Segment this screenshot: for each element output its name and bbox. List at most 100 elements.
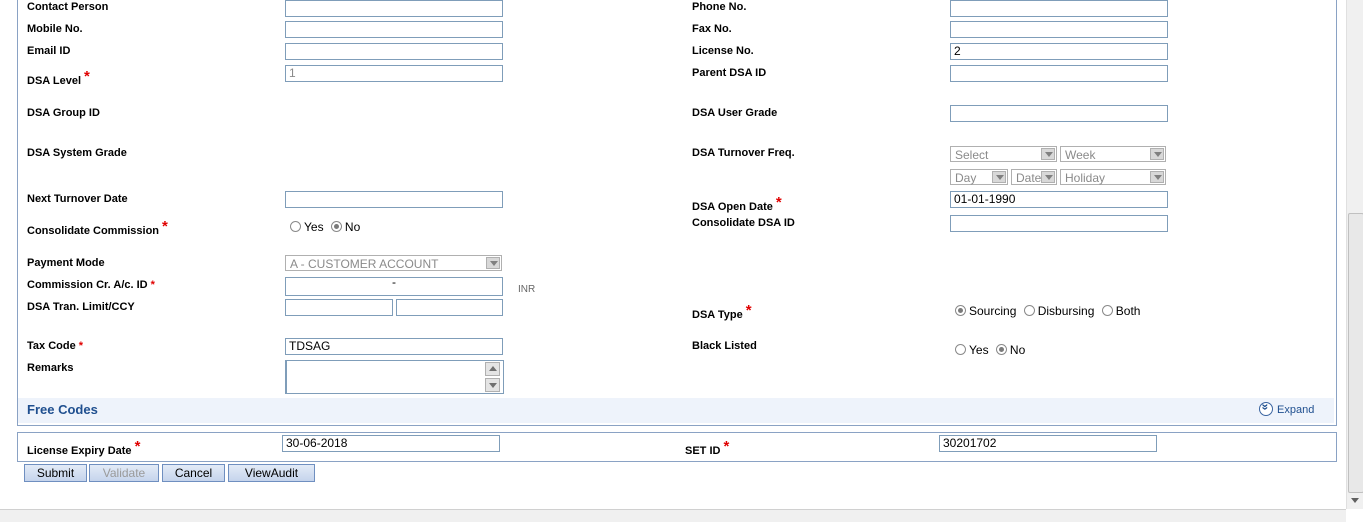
required-mark: * — [162, 218, 168, 235]
commission-cr-ac-id-label: Commission Cr. A/c. ID * — [27, 279, 155, 291]
turnover-freq-select[interactable]: Select — [950, 146, 1057, 162]
payment-mode-value: A - CUSTOMER ACCOUNT — [290, 257, 439, 271]
dsa-group-id-label: DSA Group ID — [27, 107, 100, 119]
dsa-open-date-label: DSA Open Date * — [692, 194, 782, 213]
commission-cr-ac-id-input[interactable]: - — [285, 276, 503, 296]
chevron-down-icon — [1041, 171, 1055, 183]
required-mark: * — [745, 302, 752, 319]
no-label: No — [1009, 343, 1026, 357]
payment-mode-label: Payment Mode — [27, 257, 105, 269]
remarks-label: Remarks — [27, 362, 74, 374]
turnover-freq-value: Select — [955, 148, 989, 162]
parent-dsa-id-label: Parent DSA ID — [692, 67, 767, 79]
set-id-input[interactable]: 30201702 — [939, 435, 1157, 452]
contact-person-label: Contact Person — [27, 1, 109, 13]
chevron-down-icon — [1150, 171, 1164, 183]
no-label: No — [344, 220, 361, 234]
consolidate-dsa-id-label: Consolidate DSA ID — [692, 217, 795, 229]
required-mark: * — [84, 68, 90, 85]
dsa-tran-limit-ccy-label: DSA Tran. Limit/CCY — [27, 301, 135, 313]
tax-code-label: Tax Code * — [27, 340, 83, 352]
next-turnover-date-label: Next Turnover Date — [27, 193, 128, 205]
dsa-details-panel — [17, 0, 1337, 426]
dsa-system-grade-label: DSA System Grade — [27, 147, 127, 159]
turnover-date-select[interactable]: Date — [1011, 169, 1057, 185]
expand-icon[interactable] — [1259, 402, 1273, 416]
phone-no-label: Phone No. — [692, 1, 747, 13]
scroll-up-icon[interactable] — [1348, 0, 1363, 14]
email-id-label: Email ID — [27, 45, 71, 57]
sourcing-label: Sourcing — [969, 304, 1017, 318]
vertical-scrollbar[interactable] — [1346, 0, 1363, 509]
turnover-day-select[interactable]: Day — [950, 169, 1008, 185]
dsa-type-radios: Sourcing Disbursing Both — [955, 304, 1144, 318]
consolidate-dsa-id-input[interactable] — [950, 215, 1168, 232]
consolidate-commission-label: Consolidate Commission * — [27, 218, 168, 237]
contact-person-input[interactable] — [285, 0, 503, 17]
turnover-holiday-value: Holiday — [1065, 171, 1106, 185]
black-listed-yes-radio[interactable] — [955, 344, 966, 355]
dsa-type-disbursing-radio[interactable] — [1023, 305, 1035, 316]
dsa-level-input[interactable]: 1 — [285, 65, 503, 82]
validate-button[interactable]: Validate — [89, 464, 159, 482]
free-codes-title: Free Codes — [27, 402, 98, 417]
turnover-day-value: Day — [955, 171, 977, 185]
yes-label: Yes — [969, 343, 989, 357]
scroll-down-icon[interactable] — [1349, 494, 1362, 507]
horizontal-scrollbar[interactable] — [0, 509, 1346, 522]
license-expiry-date-input[interactable]: 30-06-2018 — [282, 435, 500, 452]
consolidate-commission-yes-radio[interactable] — [290, 221, 301, 232]
scrollbar-thumb[interactable] — [1348, 213, 1363, 493]
remarks-scroll[interactable] — [485, 361, 501, 393]
turnover-week-select[interactable]: Week — [1060, 146, 1166, 162]
consolidate-commission-radios: Yes No — [290, 220, 364, 234]
expand-label[interactable]: Expand — [1277, 404, 1314, 416]
disbursing-label: Disbursing — [1037, 304, 1095, 318]
scroll-up-icon[interactable] — [485, 362, 500, 376]
tax-code-input[interactable]: TDSAG — [285, 338, 503, 355]
parent-dsa-id-input[interactable] — [950, 65, 1168, 82]
dsa-user-grade-input[interactable] — [950, 105, 1168, 122]
dsa-tran-ccy-input[interactable] — [396, 299, 503, 316]
commission-currency: INR — [518, 284, 536, 295]
turnover-holiday-select[interactable]: Holiday — [1060, 169, 1166, 185]
cancel-button[interactable]: Cancel — [162, 464, 225, 482]
black-listed-label: Black Listed — [692, 340, 757, 352]
consolidate-commission-no-radio[interactable] — [330, 221, 342, 232]
license-no-input[interactable]: 2 — [950, 43, 1168, 60]
scroll-down-icon[interactable] — [485, 378, 500, 392]
yes-label: Yes — [304, 220, 324, 234]
turnover-date-value: Date — [1016, 171, 1042, 185]
license-expiry-date-label: License Expiry Date * — [27, 438, 141, 457]
license-no-label: License No. — [692, 45, 754, 57]
submit-button[interactable]: Submit — [24, 464, 87, 482]
black-listed-radios: Yes No — [955, 343, 1029, 357]
fax-no-label: Fax No. — [692, 23, 732, 35]
required-mark: * — [775, 194, 782, 211]
black-listed-no-radio[interactable] — [995, 344, 1007, 355]
dsa-type-both-radio[interactable] — [1101, 305, 1113, 316]
dsa-tran-limit-input[interactable] — [285, 299, 393, 316]
mobile-no-input[interactable] — [285, 21, 503, 38]
chevron-down-icon — [1150, 148, 1164, 160]
remarks-textarea[interactable] — [285, 360, 504, 394]
dsa-type-label: DSA Type * — [692, 302, 752, 321]
dsa-user-grade-label: DSA User Grade — [692, 107, 778, 119]
required-mark: * — [723, 438, 730, 455]
dsa-open-date-input[interactable]: 01-01-1990 — [950, 191, 1168, 208]
email-id-input[interactable] — [285, 43, 503, 60]
mobile-no-label: Mobile No. — [27, 23, 83, 35]
dsa-type-sourcing-radio[interactable] — [955, 305, 966, 316]
required-mark: * — [134, 438, 141, 455]
phone-no-input[interactable] — [950, 0, 1168, 17]
set-id-label: SET ID * — [685, 438, 730, 457]
dsa-turnover-freq-label: DSA Turnover Freq. — [692, 147, 795, 159]
expand-link[interactable]: Expand — [1259, 402, 1314, 416]
payment-mode-select[interactable]: A - CUSTOMER ACCOUNT — [285, 255, 502, 271]
chevron-down-icon — [486, 257, 500, 269]
view-audit-button[interactable]: ViewAudit — [228, 464, 315, 482]
next-turnover-date-input[interactable] — [285, 191, 503, 208]
required-mark: * — [150, 279, 155, 291]
fax-no-input[interactable] — [950, 21, 1168, 38]
required-mark: * — [78, 340, 83, 352]
